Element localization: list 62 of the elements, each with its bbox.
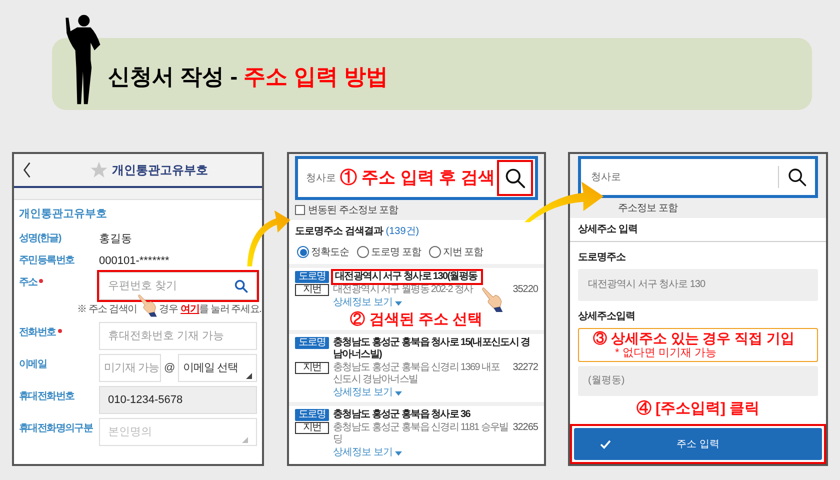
search-query: 청사로 [591,170,621,184]
lot-address: 대전광역시 서구 월평동 202-2 청사 [333,284,474,296]
detail-address-field[interactable]: (월평동) [578,366,818,396]
search-query: 청사로 [306,172,336,186]
road-address[interactable]: 충청남도 홍성군 홍북읍 청사로 36 [333,409,470,421]
at-sign: @ [164,360,176,376]
field-label: 휴대전화번호 [19,390,74,404]
phone-field[interactable]: 휴대전화번호 기재 가능 [99,322,257,350]
address-search-field[interactable]: 청사로 [578,156,818,198]
field-label: 상세주소입력 [578,310,636,324]
sort-radio[interactable]: 지번 포함 [428,244,484,260]
checkbox-label: 변동된 주소정보 포함 [308,204,398,218]
sort-radio[interactable]: 도로명 포함 [357,244,421,260]
road-address-field: 대전광역시 서구 청사로 130 [578,269,818,301]
field-value: 000101-******* [99,254,170,268]
results-count: (139건) [386,224,420,238]
callout-note: * 없다면 미기재 가능 [614,347,718,360]
field-label: 휴대전화명의구분 [19,422,93,436]
address-submit-button[interactable]: 주소 입력 [574,428,822,460]
section-label: 개인통관고유부호 [19,207,108,222]
field-label: 이메일 [19,358,47,372]
email-domain-select[interactable]: 이메일 선택 [178,354,257,382]
email-field[interactable]: 미기재 가능 [99,354,161,382]
road-address[interactable]: 대전광역시 서구 청사로 130(월평동 [333,271,481,283]
section-title: 상세주소 입력 [570,218,826,242]
help-note: 경우 [158,302,178,316]
details-link[interactable]: 상세정보 보기 [333,297,392,309]
address-search-field[interactable]: 청사로 ① 주소 입력 후 검색 [295,156,538,200]
road-name-tag: 도로명 [295,337,329,349]
road-name-tag: 도로명 [295,271,329,283]
road-address[interactable]: 충청남도 홍성군 홍북읍 청사로 15(내포신도시 경남아너스빌) [333,337,538,361]
sort-radio[interactable]: 정확도순 [297,244,349,260]
postcode: 32265 [512,422,538,434]
mobile-number-field: 010-1234-5678 [99,386,257,414]
lot-address: 충청남도 홍성군 홍북읍 신경리 1181 승우빌딩 [333,422,509,446]
field-label: 전화번호 [19,326,56,340]
lot-address: 충청남도 홍성군 홍북읍 신경리 1369 내포신도시 경남아너스빌 [333,362,501,386]
field-value: 홍길동 [99,232,133,246]
screen-title: 개인통관고유부호 [112,162,208,179]
checkbox-label: 주소정보 포함 [618,202,678,216]
lot-number-tag: 지번 [295,422,329,434]
step-caption: ③ 상세주소 있는 경우 직접 기입 [593,330,796,347]
help-note: 를 눌러 주세요. [199,302,262,316]
postcode: 35220 [512,284,538,296]
postcode-search-field[interactable]: 우편번호 찾기 [99,272,257,300]
step-caption: ① 주소 입력 후 검색 [340,167,495,190]
field-label: 도로명주소 [578,251,626,265]
banner-title: 신청서 작성 - 주소 입력 방법 [108,63,388,91]
results-title: 도로명주소 검색결과 [295,224,383,238]
here-link[interactable]: 여기 [180,302,200,316]
field-label: 주소 [19,276,38,290]
road-name-tag: 도로명 [295,409,329,421]
step-caption: ④ [주소입력] 클릭 [636,400,760,418]
lot-number-tag: 지번 [295,362,329,374]
field-label: 성명(한글) [19,232,61,246]
lot-number-tag: 지번 [295,284,329,296]
details-link[interactable]: 상세정보 보기 [333,387,392,399]
step-caption: ② 검색된 주소 선택 [350,310,483,330]
details-link[interactable]: 상세정보 보기 [333,447,392,459]
postcode: 32272 [512,362,538,374]
help-note: ※ 주소 검색이 [77,302,137,316]
field-label: 주민등록번호 [19,254,74,268]
